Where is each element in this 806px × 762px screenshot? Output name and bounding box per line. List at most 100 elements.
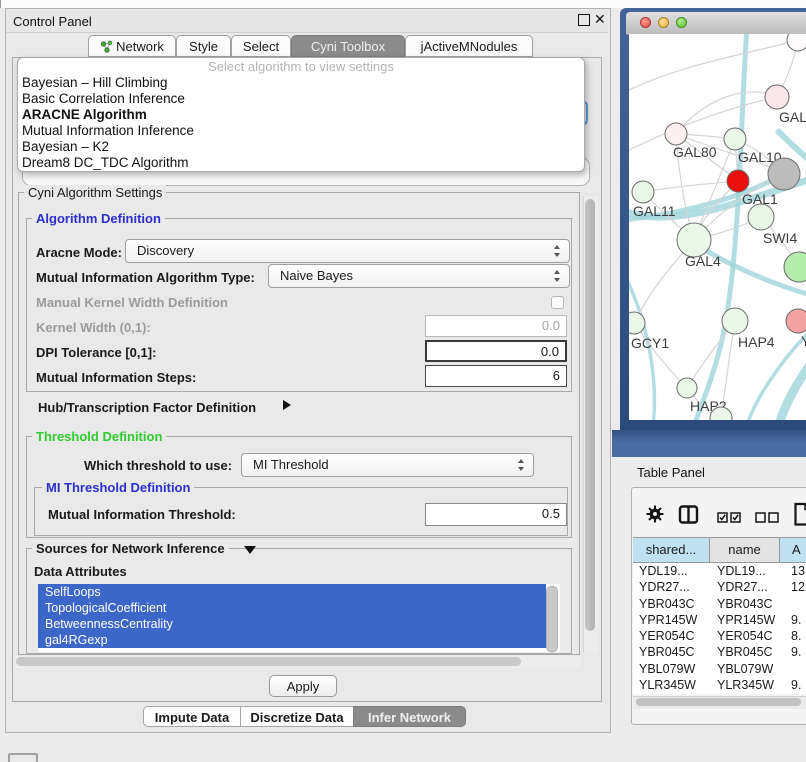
- network-node[interactable]: [787, 34, 806, 51]
- tab-impute-data[interactable]: Impute Data: [143, 706, 241, 727]
- close-red-icon[interactable]: [640, 17, 651, 28]
- algorithm-option[interactable]: Mutual Information Inference: [18, 123, 584, 139]
- network-edge[interactable]: [676, 92, 777, 134]
- tab-style[interactable]: Style: [176, 35, 231, 57]
- combo-value: Naive Bayes: [280, 268, 353, 283]
- network-node[interactable]: [784, 252, 806, 282]
- list-scrollbar[interactable]: [546, 586, 558, 652]
- tab-label: Discretize Data: [250, 710, 343, 725]
- document-icon[interactable]: [794, 502, 806, 530]
- aracne-mode-combo[interactable]: Discovery: [125, 239, 570, 263]
- attribute-item[interactable]: SelfLoops: [38, 584, 546, 600]
- node-label: GCY1: [631, 335, 669, 351]
- algorithm-option[interactable]: Bayesian – Hill Climbing: [18, 75, 584, 91]
- table-cell: YBL079W: [709, 661, 779, 677]
- settings-group-title: Cyni Algorithm Settings: [24, 185, 166, 200]
- combo-value: MI Threshold: [253, 457, 329, 472]
- minimize-yellow-icon[interactable]: [658, 17, 669, 28]
- table-row[interactable]: YBR045CYBR045C9.: [633, 644, 806, 660]
- sources-title-text: Sources for Network Inference: [36, 541, 225, 556]
- combo-value: Discovery: [137, 243, 194, 258]
- network-node[interactable]: [765, 85, 789, 109]
- zoom-green-icon[interactable]: [676, 17, 687, 28]
- network-edge[interactable]: [643, 181, 738, 192]
- mi-steps-label: Mutual Information Steps:: [36, 370, 196, 385]
- network-node[interactable]: [722, 308, 748, 334]
- network-node[interactable]: [665, 123, 687, 145]
- sources-group-title[interactable]: Sources for Network Inference: [32, 541, 229, 556]
- tab-infer-network[interactable]: Infer Network: [353, 706, 466, 727]
- network-node[interactable]: [677, 378, 697, 398]
- network-edge[interactable]: [635, 323, 687, 388]
- mi-threshold-input[interactable]: 0.5: [425, 503, 567, 526]
- table-cell: 9.: [779, 644, 806, 660]
- kernel-width-input[interactable]: 0.0: [425, 315, 567, 337]
- table-row[interactable]: YIL052CYIL052C9: [633, 693, 806, 694]
- unchecked-pair-icon[interactable]: [755, 511, 780, 526]
- collapse-down-icon[interactable]: [244, 546, 256, 554]
- network-node[interactable]: [768, 158, 800, 190]
- settings-vscrollbar-thumb[interactable]: [585, 199, 595, 631]
- table-row[interactable]: YLR345WYLR345W9.: [633, 677, 806, 693]
- close-icon[interactable]: ✕: [594, 11, 606, 28]
- data-attributes-list[interactable]: SelfLoopsTopologicalCoefficientBetweenne…: [38, 584, 560, 652]
- tab-cyni-toolbox[interactable]: Cyni Toolbox: [291, 35, 405, 57]
- tab-discretize-data[interactable]: Discretize Data: [240, 706, 354, 727]
- table-cell: YLR345W: [709, 677, 779, 693]
- node-label: GAL: [779, 109, 806, 125]
- column-header-shared[interactable]: shared...: [633, 538, 709, 562]
- gear-icon[interactable]: [646, 505, 664, 526]
- table-body: YDL19...YDL19...13YDR27...YDR27...12YBR0…: [633, 563, 806, 694]
- panel-title: Control Panel: [13, 14, 92, 29]
- tab-jactivemnodules[interactable]: jActiveMNodules: [405, 35, 533, 57]
- node-label: GAL4: [685, 253, 721, 269]
- table-cell: 9.: [779, 612, 806, 628]
- apply-button[interactable]: Apply: [269, 675, 337, 697]
- dpi-tolerance-input[interactable]: 0.0: [425, 340, 567, 362]
- table-row[interactable]: YBL079WYBL079W: [633, 661, 806, 677]
- settings-hscrollbar-thumb[interactable]: [16, 657, 521, 666]
- column-header-partial[interactable]: A: [779, 538, 806, 562]
- algorithm-definition-title: Algorithm Definition: [32, 211, 165, 226]
- table-row[interactable]: YPR145WYPR145W9.: [633, 612, 806, 628]
- table-hscrollbar-thumb[interactable]: [636, 698, 801, 706]
- expand-right-icon[interactable]: [283, 400, 291, 410]
- network-node[interactable]: [724, 128, 746, 150]
- table-row[interactable]: YER054CYER054C8.: [633, 628, 806, 644]
- algorithm-option[interactable]: Bayesian – K2: [18, 139, 584, 155]
- network-node[interactable]: [727, 170, 749, 192]
- algorithm-option[interactable]: Dream8 DC_TDC Algorithm: [18, 155, 584, 171]
- network-canvas[interactable]: GALGAL80GAL10GAL1GAL11SWI4GAL4GCY1HAP4YH…: [629, 34, 806, 420]
- manual-kernel-checkbox[interactable]: [551, 296, 564, 309]
- network-node[interactable]: [786, 309, 806, 333]
- tab-label: Cyni Toolbox: [311, 39, 385, 54]
- mi-steps-input[interactable]: 6: [425, 365, 567, 387]
- table-row[interactable]: YDR27...YDR27...12: [633, 579, 806, 595]
- node-label: HAP4: [738, 334, 775, 350]
- algorithm-option[interactable]: Basic Correlation Inference: [18, 91, 584, 107]
- algorithm-option[interactable]: ARACNE Algorithm: [18, 107, 584, 123]
- algorithm-dropdown[interactable]: Select algorithm to view settings Bayesi…: [17, 57, 585, 172]
- tab-network[interactable]: Network: [88, 35, 176, 57]
- network-node[interactable]: [748, 204, 774, 230]
- table-cell: YBR043C: [709, 596, 779, 612]
- tab-select[interactable]: Select: [231, 35, 291, 57]
- attribute-item[interactable]: gal4RGexp: [38, 632, 546, 648]
- mi-algorithm-type-combo[interactable]: Naive Bayes: [268, 264, 570, 288]
- aracne-mode-label: Aracne Mode:: [36, 245, 122, 260]
- hub-section-label[interactable]: Hub/Transcription Factor Definition: [38, 400, 256, 415]
- columns-icon[interactable]: [678, 504, 699, 528]
- network-window-titlebar[interactable]: [626, 12, 806, 35]
- network-node[interactable]: [677, 223, 711, 257]
- table-row[interactable]: YBR043CYBR043C: [633, 596, 806, 612]
- column-header-name[interactable]: name: [709, 538, 779, 562]
- table-row[interactable]: YDL19...YDL19...13: [633, 563, 806, 579]
- float-icon[interactable]: [578, 14, 590, 26]
- minimized-panel-button[interactable]: [8, 753, 38, 762]
- which-threshold-combo[interactable]: MI Threshold: [241, 453, 534, 477]
- attribute-item[interactable]: BetweennessCentrality: [38, 616, 546, 632]
- checked-pair-icon[interactable]: [717, 511, 742, 526]
- algorithm-dropdown-list: Bayesian – Hill ClimbingBasic Correlatio…: [18, 75, 584, 171]
- attribute-item[interactable]: TopologicalCoefficient: [38, 600, 546, 616]
- network-node[interactable]: [632, 181, 654, 203]
